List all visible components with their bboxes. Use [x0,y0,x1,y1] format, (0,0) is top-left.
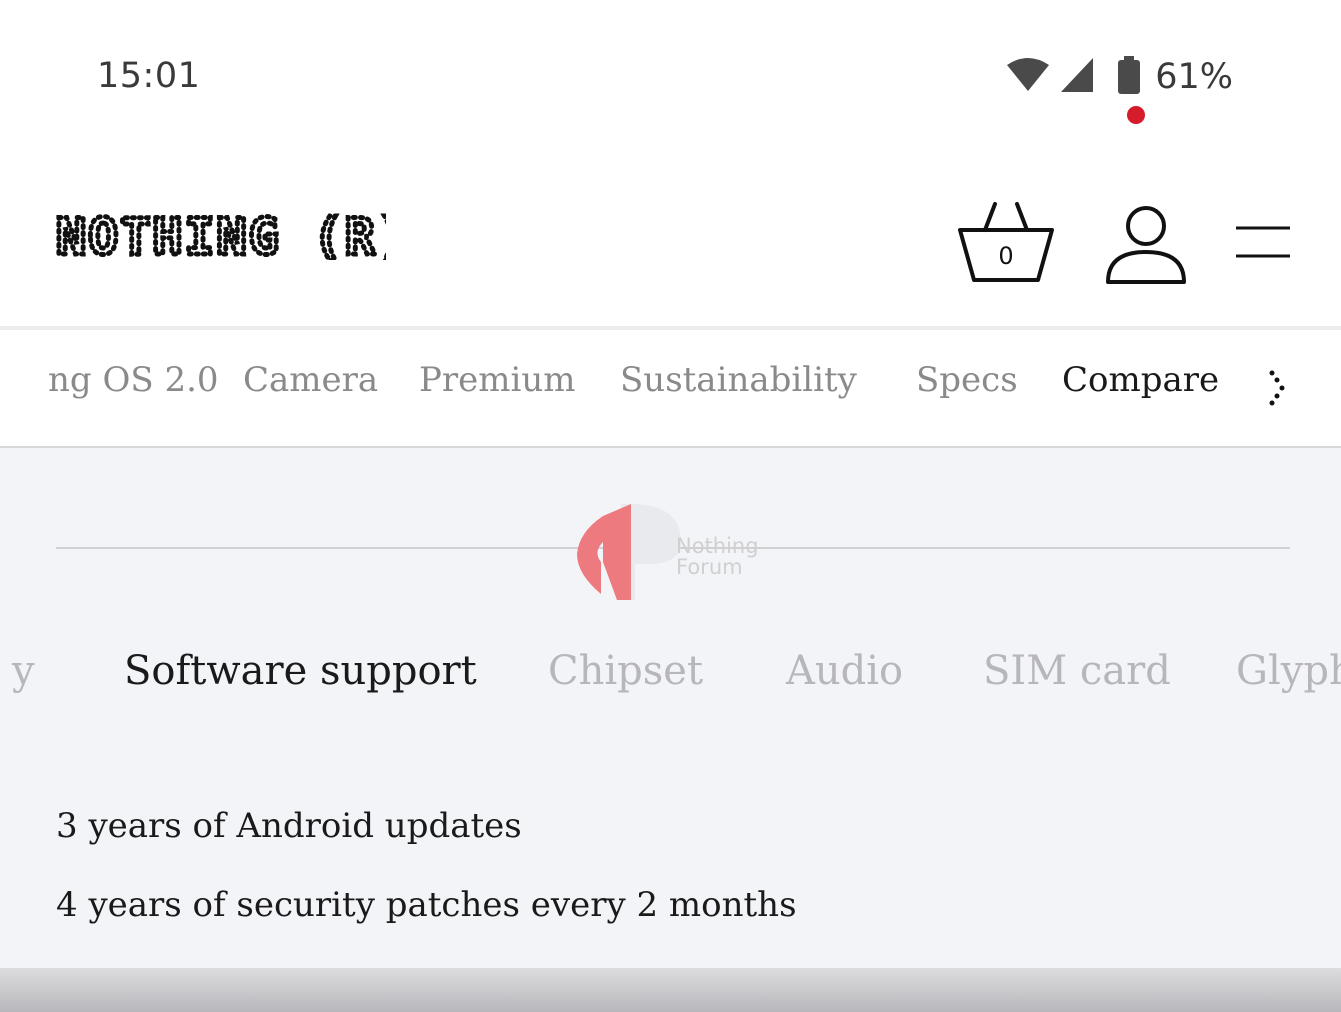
spec-line-security-patches: 4 years of security patches every 2 mont… [56,885,797,925]
watermark-line-2: Forum [676,555,743,579]
site-header: NOTHING (R) 0 [0,150,1341,328]
spec-tab-audio[interactable]: Audio [786,648,903,694]
tab-nothing-os[interactable]: ng OS 2.0 [48,360,219,400]
spec-tab-sim-card[interactable]: SIM card [983,648,1171,694]
tab-premium[interactable]: Premium [419,360,576,400]
spec-tab-software-support[interactable]: Software support [124,648,477,694]
svg-text:NOTHING (R): NOTHING (R) [56,212,386,260]
status-icons: 6 61% [1005,55,1233,100]
tab-camera[interactable]: Camera [243,360,378,400]
spec-tab-previous[interactable]: y [12,648,35,694]
menu-icon [1234,226,1292,268]
cart-count: 0 [998,242,1014,270]
account-icon [1104,206,1188,290]
more-tabs-icon[interactable] [1264,368,1290,408]
status-time: 15:01 [97,56,201,96]
nothing-logo[interactable]: NOTHING (R) [54,206,410,272]
cell-signal-icon [1059,56,1095,99]
forum-logo-icon [577,504,681,600]
tab-sustainability[interactable]: Sustainability [620,360,857,400]
logo-dot-matrix: NOTHING (R) [54,206,410,269]
cart-button[interactable]: 0 [955,200,1057,284]
status-bar: 15:01 6 61% [0,0,1341,150]
spec-tab-glyph[interactable]: Glyph [1236,648,1341,694]
specs-content: Nothing Forum y Software support Chipset… [0,448,1341,968]
svg-text:6: 6 [1036,74,1046,92]
battery-icon [1117,55,1141,100]
bottom-edge [0,968,1341,1012]
spec-tab-chipset[interactable]: Chipset [548,648,703,694]
section-tabs: ng OS 2.0 Camera Premium Sustainability … [0,330,1341,448]
scroll-circle-button[interactable] [1180,448,1284,468]
spec-line-android-updates: 3 years of Android updates [56,806,522,846]
wifi-icon: 6 [1005,57,1051,98]
tab-compare[interactable]: Compare [1062,360,1219,400]
account-button[interactable] [1104,202,1188,286]
active-tab-indicator [1127,106,1145,124]
watermark-line-1: Nothing [676,534,759,558]
battery-percent: 61% [1155,57,1233,97]
tab-specs[interactable]: Specs [916,360,1018,400]
nothing-forum-watermark: Nothing Forum [573,502,773,602]
menu-button[interactable] [1234,220,1292,264]
